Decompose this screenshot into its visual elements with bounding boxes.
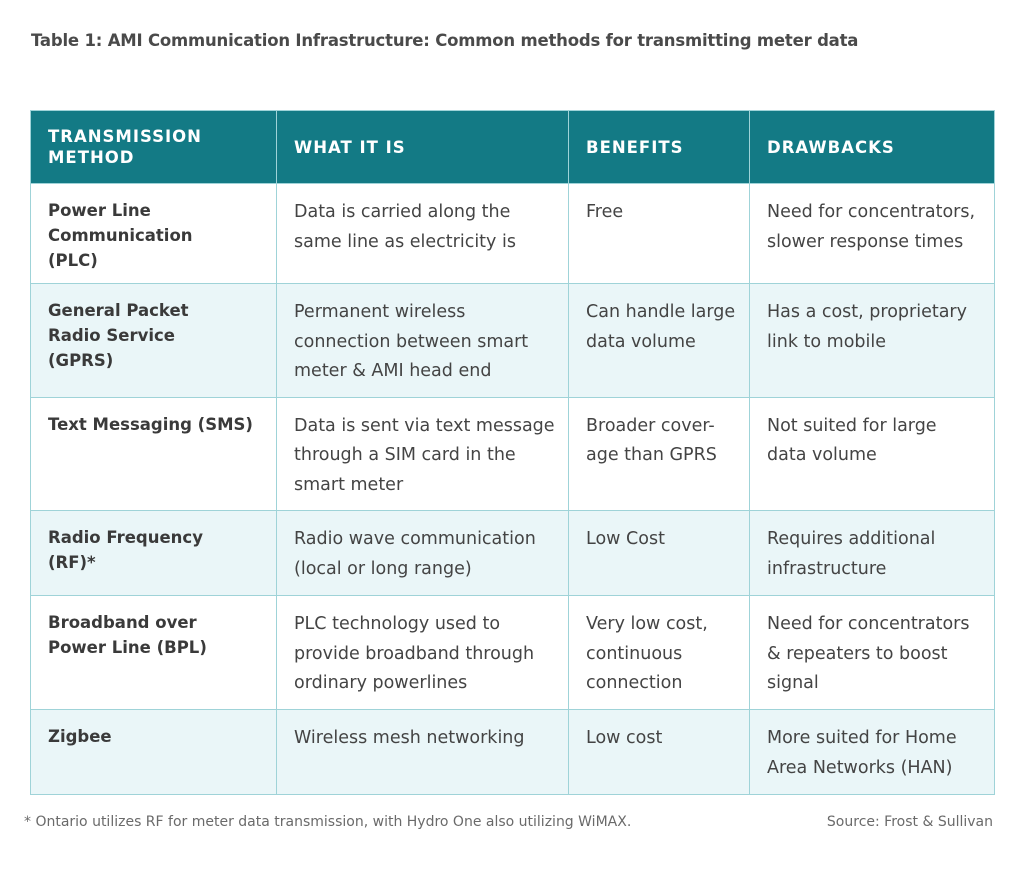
method-cell: Radio Frequency (RF)* xyxy=(30,510,277,596)
footnote: * Ontario utilizes RF for meter data tra… xyxy=(24,814,632,830)
table-row: General Packet Radio Service (GPRS) Perm… xyxy=(30,283,995,398)
table-row: Text Messaging (SMS) Data is sent via te… xyxy=(30,396,995,511)
table-row: Radio Frequency (RF)* Radio wave communi… xyxy=(30,510,995,596)
what-cell: Permanent wireless connection between sm… xyxy=(276,283,569,398)
what-cell: PLC technology used to provide broadband… xyxy=(276,595,569,710)
drawbacks-cell: Has a cost, proprietary link to mobile xyxy=(749,283,995,398)
benefits-cell: Can handle large data volume xyxy=(568,283,750,398)
benefits-cell: Broader cover-age than GPRS xyxy=(568,396,750,511)
table-title: Table 1: AMI Communication Infrastructur… xyxy=(31,31,859,50)
header-transmission-method: TRANSMISSION METHOD xyxy=(30,110,277,184)
drawbacks-cell: More suited for Home Area Networks (HAN) xyxy=(749,709,995,795)
source-credit: Source: Frost & Sullivan xyxy=(826,814,993,830)
benefits-cell: Very low cost, continuous connection xyxy=(568,595,750,710)
method-cell: Power Line Communication (PLC) xyxy=(30,183,277,284)
drawbacks-cell: Need for concentrators & repeaters to bo… xyxy=(749,595,995,710)
drawbacks-cell: Not suited for large data volume xyxy=(749,396,995,511)
header-what-it-is: WHAT IT IS xyxy=(276,110,569,184)
what-cell: Data is carried along the same line as e… xyxy=(276,183,569,284)
transmission-methods-table: TRANSMISSION METHOD WHAT IT IS BENEFITS … xyxy=(30,110,995,795)
method-cell: Broadband over Power Line (BPL) xyxy=(30,595,277,710)
table-row: Zigbee Wireless mesh networking Low cost… xyxy=(30,709,995,795)
table-row: Broadband over Power Line (BPL) PLC tech… xyxy=(30,595,995,710)
table-header-row: TRANSMISSION METHOD WHAT IT IS BENEFITS … xyxy=(30,110,995,184)
what-cell: Data is sent via text message through a … xyxy=(276,396,569,511)
header-drawbacks: DRAWBACKS xyxy=(749,110,995,184)
benefits-cell: Free xyxy=(568,183,750,284)
method-cell: Text Messaging (SMS) xyxy=(30,396,277,511)
drawbacks-cell: Requires additional infrastructure xyxy=(749,510,995,596)
benefits-cell: Low Cost xyxy=(568,510,750,596)
header-benefits: BENEFITS xyxy=(568,110,750,184)
benefits-cell: Low cost xyxy=(568,709,750,795)
what-cell: Wireless mesh networking xyxy=(276,709,569,795)
drawbacks-cell: Need for concentrators, slower response … xyxy=(749,183,995,284)
method-cell: General Packet Radio Service (GPRS) xyxy=(30,283,277,398)
method-cell: Zigbee xyxy=(30,709,277,795)
table-row: Power Line Communication (PLC) Data is c… xyxy=(30,183,995,284)
what-cell: Radio wave communication (local or long … xyxy=(276,510,569,596)
